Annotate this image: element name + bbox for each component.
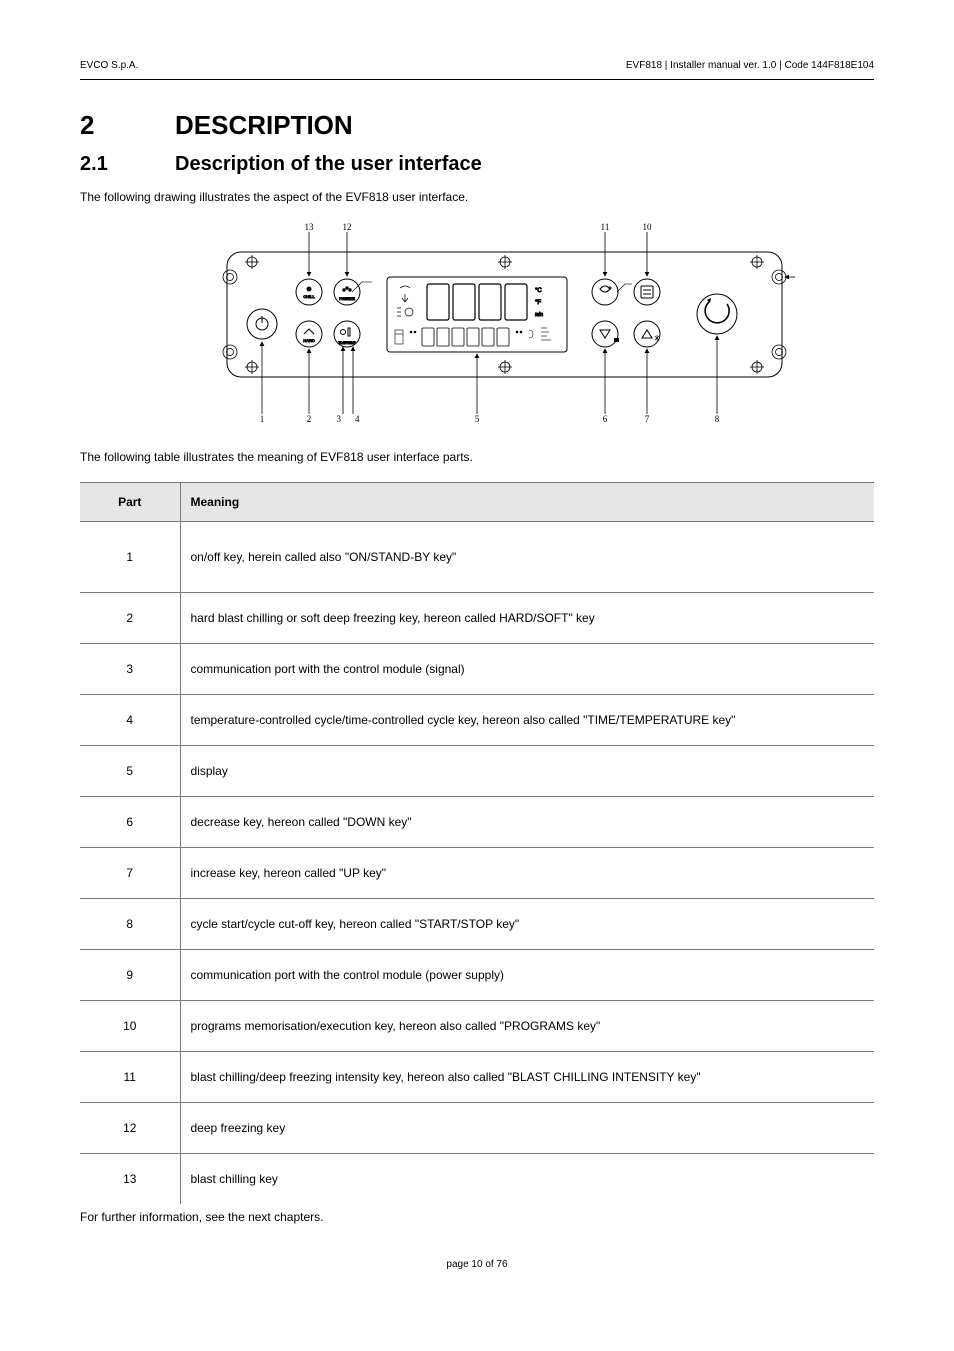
pre-table-text: The following table illustrates the mean… — [80, 450, 874, 464]
meaning-cell: communication port with the control modu… — [180, 644, 874, 695]
table-row: 4temperature-controlled cycle/time-contr… — [80, 695, 874, 746]
footer-text: For further information, see the next ch… — [80, 1210, 874, 1224]
heading-section-num: 2.1 — [80, 153, 175, 176]
intro-text: The following drawing illustrates the as… — [80, 190, 874, 204]
table-row: 2hard blast chilling or soft deep freezi… — [80, 593, 874, 644]
label-12: 12 — [343, 222, 352, 232]
meaning-cell: blast chilling key — [180, 1154, 874, 1205]
meaning-cell: programs memorisation/execution key, her… — [180, 1001, 874, 1052]
label-11: 11 — [601, 222, 610, 232]
unit-f: °F — [535, 300, 541, 306]
unit-c: °C — [535, 288, 542, 294]
header-left: EVCO S.p.A. — [80, 60, 138, 71]
meaning-cell: display — [180, 746, 874, 797]
part-cell: 12 — [80, 1103, 180, 1154]
label-13: 13 — [305, 222, 315, 232]
unit-min: min — [535, 312, 543, 318]
label-4: 4 — [355, 414, 360, 422]
table-row: 12deep freezing key — [80, 1103, 874, 1154]
label-2: 2 — [307, 414, 312, 422]
label-3: 3 — [337, 414, 342, 422]
part-cell: 2 — [80, 593, 180, 644]
part-cell: 9 — [80, 950, 180, 1001]
meaning-cell: on/off key, herein called also "ON/STAND… — [180, 522, 874, 593]
page-header: EVCO S.p.A. EVF818 | Installer manual ve… — [80, 60, 874, 71]
table-row: 8cycle start/cycle cut-off key, hereon c… — [80, 899, 874, 950]
table-row: 13blast chilling key — [80, 1154, 874, 1205]
col-header-meaning: Meaning — [180, 483, 874, 522]
label-10: 10 — [643, 222, 653, 232]
label-8: 8 — [715, 414, 720, 422]
hard-label: HARD — [303, 338, 314, 343]
meaning-cell: temperature-controlled cycle/time-contro… — [180, 695, 874, 746]
table-row: 6decrease key, hereon called "DOWN key" — [80, 797, 874, 848]
label-6: 6 — [603, 414, 608, 422]
table-row: 5display — [80, 746, 874, 797]
part-cell: 4 — [80, 695, 180, 746]
meaning-cell: hard blast chilling or soft deep freezin… — [180, 593, 874, 644]
heading-section-title: Description of the user interface — [175, 153, 482, 176]
part-cell: 1 — [80, 522, 180, 593]
meaning-cell: deep freezing key — [180, 1103, 874, 1154]
part-cell: 7 — [80, 848, 180, 899]
part-cell: 8 — [80, 899, 180, 950]
heading-section: 2.1 Description of the user interface — [80, 153, 874, 176]
header-right: EVF818 | Installer manual ver. 1.0 | Cod… — [626, 60, 874, 71]
meaning-cell: communication port with the control modu… — [180, 950, 874, 1001]
timetemp-label: TIME/TEMP — [338, 341, 355, 345]
heading-chapter-title: DESCRIPTION — [175, 110, 353, 141]
page-number: page 10 of 76 — [80, 1259, 874, 1270]
freeze-label: FREEZE — [339, 296, 355, 301]
label-5: 5 — [475, 414, 480, 422]
table-row: 10programs memorisation/execution key, h… — [80, 1001, 874, 1052]
table-row: 11blast chilling/deep freezing intensity… — [80, 1052, 874, 1103]
part-cell: 5 — [80, 746, 180, 797]
label-7: 7 — [645, 414, 650, 422]
part-cell: 11 — [80, 1052, 180, 1103]
heading-chapter: 2 DESCRIPTION — [80, 110, 874, 141]
part-cell: 13 — [80, 1154, 180, 1205]
part-cell: 10 — [80, 1001, 180, 1052]
meaning-cell: decrease key, hereon called "DOWN key" — [180, 797, 874, 848]
chill-label: CHILL — [303, 294, 315, 299]
table-row: 7increase key, hereon called "UP key" — [80, 848, 874, 899]
meaning-cell: increase key, hereon called "UP key" — [180, 848, 874, 899]
device-diagram: CHILL FREEZE HARD TIME/TEMP °C °F min — [157, 222, 797, 422]
table-row: 3communication port with the control mod… — [80, 644, 874, 695]
col-header-part: Part — [80, 483, 180, 522]
table-row: 9communication port with the control mod… — [80, 950, 874, 1001]
header-divider — [80, 79, 874, 80]
meaning-cell: blast chilling/deep freezing intensity k… — [180, 1052, 874, 1103]
heading-chapter-num: 2 — [80, 110, 175, 141]
part-cell: 6 — [80, 797, 180, 848]
label-1: 1 — [260, 414, 265, 422]
part-cell: 3 — [80, 644, 180, 695]
meaning-cell: cycle start/cycle cut-off key, hereon ca… — [180, 899, 874, 950]
table-row: 1on/off key, herein called also "ON/STAN… — [80, 522, 874, 593]
parts-table: Part Meaning 1on/off key, herein called … — [80, 482, 874, 1204]
